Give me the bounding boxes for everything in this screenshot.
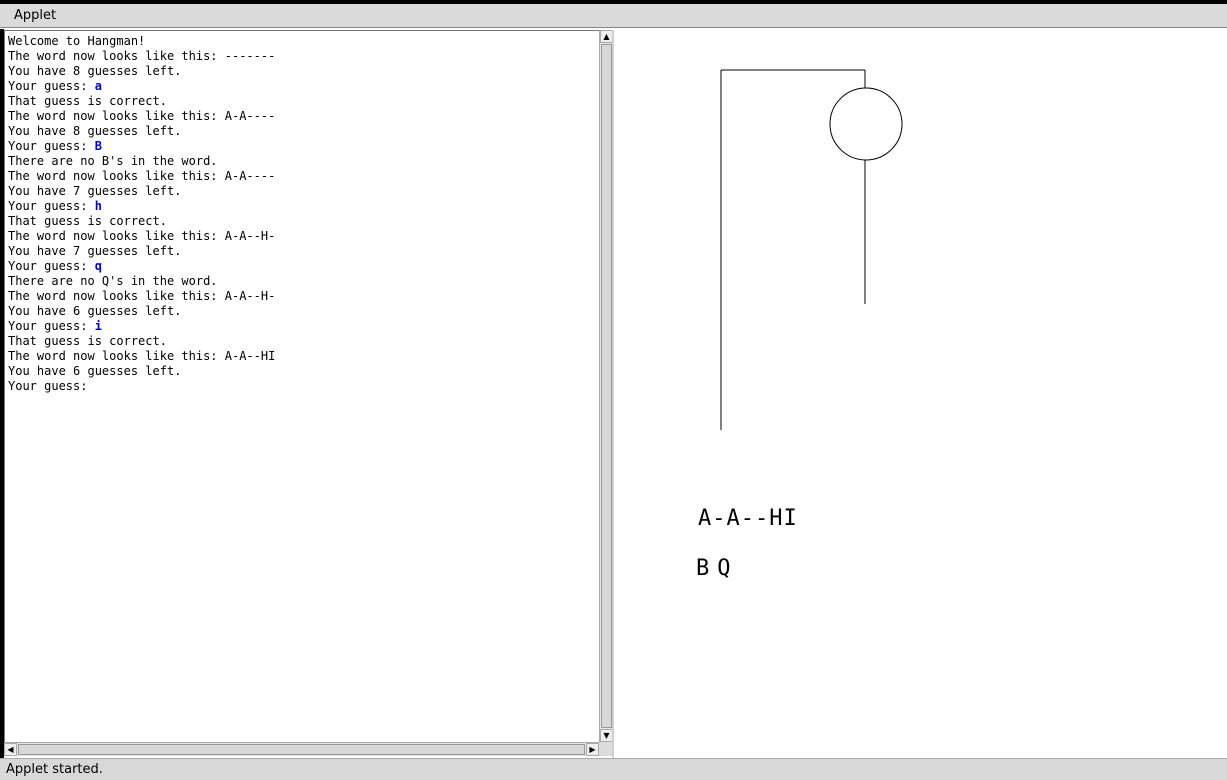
incorrect-letters: BQ — [696, 556, 739, 581]
console-line-text: Your guess: — [8, 79, 95, 93]
console-line-text: That guess is correct. — [8, 334, 167, 348]
guess-entry: i — [94, 319, 102, 333]
console-line: That guess is correct. — [8, 214, 275, 229]
console-line: You have 7 guesses left. — [8, 184, 275, 199]
console-line-text: There are no B's in the word. — [8, 154, 218, 168]
console-line: Your guess: a — [8, 79, 275, 94]
console-line-text: You have 6 guesses left. — [8, 304, 182, 318]
console-line-text: Your guess: — [8, 319, 95, 333]
console-line: Welcome to Hangman! — [8, 34, 275, 49]
hangman-drawing — [720, 69, 903, 430]
console-line: The word now looks like this: A-A--HI — [8, 349, 275, 364]
console-line: The word now looks like this: A-A--H- — [8, 229, 275, 244]
scrollbar-corner — [599, 742, 613, 756]
console-line: There are no Q's in the word. — [8, 274, 275, 289]
applet-window: Applet Welcome to Hangman! The word now l… — [0, 0, 1227, 780]
horizontal-scrollbar[interactable]: ◀ ▶ — [4, 742, 599, 756]
word-display: A-A--HI — [698, 506, 798, 531]
hangman-canvas: A-A--HI BQ — [614, 30, 1227, 758]
menu-bar: Applet — [0, 4, 1227, 28]
guess-entry: B — [94, 139, 102, 153]
console-line: You have 8 guesses left. — [8, 64, 275, 79]
console-line: Your guess: q — [8, 259, 275, 274]
console-line-text: You have 8 guesses left. — [8, 124, 182, 138]
console-line: Your guess: — [8, 379, 275, 394]
console-line-text: Welcome to Hangman! — [8, 34, 146, 48]
vertical-scrollbar[interactable]: ▲ ▼ — [599, 30, 613, 742]
console-line: The word now looks like this: ------- — [8, 49, 275, 64]
console-line: Your guess: h — [8, 199, 275, 214]
console-line-text: You have 8 guesses left. — [8, 64, 182, 78]
console-line-text: The word now looks like this: A-A---- — [8, 109, 276, 123]
console-line: You have 6 guesses left. — [8, 304, 275, 319]
horizontal-scroll-thumb[interactable] — [18, 744, 585, 755]
console-line-text: The word now looks like this: A-A--HI — [8, 349, 276, 363]
guess-entry: h — [94, 199, 102, 213]
console-line-text: Your guess: — [8, 139, 95, 153]
status-text: Applet started. — [6, 762, 103, 777]
console-line: The word now looks like this: A-A--H- — [8, 289, 275, 304]
console-line: You have 8 guesses left. — [8, 124, 275, 139]
console-line: Your guess: B — [8, 139, 275, 154]
console-line: That guess is correct. — [8, 334, 275, 349]
console-line-text: Your guess: — [8, 379, 88, 393]
console-text-area[interactable]: Welcome to Hangman! The word now looks li… — [4, 30, 599, 742]
scroll-left-icon[interactable]: ◀ — [4, 743, 17, 756]
console-line-text: You have 7 guesses left. — [8, 184, 182, 198]
console-lines: Welcome to Hangman! The word now looks li… — [8, 34, 275, 394]
menu-applet[interactable]: Applet — [8, 8, 62, 23]
vertical-scroll-thumb[interactable] — [601, 44, 612, 728]
scroll-right-icon[interactable]: ▶ — [586, 743, 599, 756]
status-bar: Applet started. — [0, 758, 1227, 780]
console-line-text: The word now looks like this: A-A--H- — [8, 229, 276, 243]
console-line-text: The word now looks like this: A-A--H- — [8, 289, 276, 303]
guess-entry: q — [94, 259, 102, 273]
console-line: The word now looks like this: A-A---- — [8, 109, 275, 124]
console-line: Your guess: i — [8, 319, 275, 334]
console-line-text: You have 7 guesses left. — [8, 244, 182, 258]
console-line: You have 7 guesses left. — [8, 244, 275, 259]
console-line-text: That guess is correct. — [8, 214, 167, 228]
console-line-text: That guess is correct. — [8, 94, 167, 108]
console-line: You have 6 guesses left. — [8, 364, 275, 379]
console-line: That guess is correct. — [8, 94, 275, 109]
hangman-head — [829, 87, 903, 161]
console-line-text: Your guess: — [8, 199, 95, 213]
console-line-text: The word now looks like this: A-A---- — [8, 169, 276, 183]
console-line-text: Your guess: — [8, 259, 95, 273]
console-line-text: The word now looks like this: ------- — [8, 49, 276, 63]
console-line-text: There are no Q's in the word. — [8, 274, 218, 288]
console-line: The word now looks like this: A-A---- — [8, 169, 275, 184]
console-line-text: You have 6 guesses left. — [8, 364, 182, 378]
guess-entry: a — [94, 79, 102, 93]
console-line: There are no B's in the word. — [8, 154, 275, 169]
